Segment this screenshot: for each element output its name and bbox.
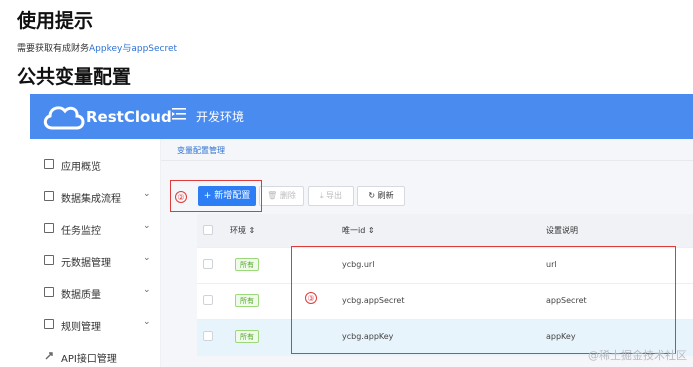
select-all-checkbox[interactable] [203, 225, 213, 235]
sidebar-item-data-quality[interactable]: 数据质量 ⌄ [30, 284, 160, 304]
env-tag: 所有 [235, 258, 259, 271]
menu-toggle-icon[interactable] [172, 107, 186, 121]
trash-icon: 🗑 [267, 191, 278, 200]
refresh-label: 刷新 [377, 191, 394, 200]
tip-prefix: 需要获取有成财务 [17, 44, 90, 54]
grid-icon [44, 191, 54, 201]
tip-text: 需要获取有成财务Appkey与appSecret [17, 41, 177, 54]
sidebar-item-label: 元数据管理 [61, 258, 111, 269]
metadata-icon [44, 255, 54, 265]
heading-usage-tips: 使用提示 [17, 10, 94, 32]
sidebar-item-label: API接口管理 [61, 354, 117, 365]
annotation-box-3 [291, 246, 676, 354]
brand-name: RestCloud [86, 108, 172, 126]
chevron-down-icon: ⌄ [143, 317, 151, 327]
column-header-env[interactable]: 环境 ⇕ [230, 225, 255, 236]
tip-link[interactable]: Appkey与appSecret [89, 44, 177, 54]
row-checkbox[interactable] [203, 295, 213, 305]
annotation-marker-2: ② [175, 191, 187, 203]
sidebar-item-label: 数据集成流程 [61, 194, 121, 205]
dashboard-icon [44, 159, 54, 169]
breadcrumb[interactable]: 变量配置管理 [177, 145, 225, 156]
breadcrumb-divider [161, 160, 693, 161]
table-header: 环境 ⇕ 唯一id ⇕ 设置说明 [197, 214, 693, 247]
chevron-down-icon: ⌄ [143, 189, 151, 199]
watermark: @稀土掘金技术社区 [588, 349, 687, 362]
delete-button[interactable]: 🗑 删除 [259, 186, 304, 206]
sidebar-item-api-management[interactable]: API接口管理 [30, 348, 160, 367]
sidebar: 应用概览 数据集成流程 ⌄ 任务监控 ⌄ 元数据管理 ⌄ 数据质量 ⌄ 规则管理… [30, 139, 161, 367]
chevron-down-icon: ⌄ [143, 221, 151, 231]
sidebar-item-app-overview[interactable]: 应用概览 [30, 156, 160, 176]
chevron-down-icon: ⌄ [143, 285, 151, 295]
sidebar-item-rule-management[interactable]: 规则管理 ⌄ [30, 316, 160, 336]
row-checkbox[interactable] [203, 259, 213, 269]
refresh-button[interactable]: ↻ 刷新 [357, 186, 405, 206]
column-header-description: 设置说明 [546, 226, 578, 235]
download-icon: ⤓ [319, 191, 324, 200]
sidebar-item-label: 任务监控 [61, 226, 101, 237]
quality-icon [44, 287, 54, 297]
row-checkbox[interactable] [203, 331, 213, 341]
rule-icon [44, 319, 54, 329]
column-header-id[interactable]: 唯一id ⇕ [342, 225, 375, 236]
sidebar-item-data-integration[interactable]: 数据集成流程 ⌄ [30, 188, 160, 208]
delete-label: 删除 [279, 191, 296, 200]
sidebar-item-task-monitor[interactable]: 任务监控 ⌄ [30, 220, 160, 240]
monitor-icon [44, 223, 54, 233]
env-tag: 所有 [235, 294, 259, 307]
annotation-marker-3: ③ [305, 292, 317, 304]
chevron-down-icon: ⌄ [143, 253, 151, 263]
environment-label[interactable]: 开发环境 [196, 108, 244, 125]
sidebar-item-label: 数据质量 [61, 290, 101, 301]
env-tag: 所有 [235, 330, 259, 343]
top-bar: RestCloud 开发环境 [30, 94, 693, 139]
heading-public-variables: 公共变量配置 [17, 66, 132, 88]
sidebar-item-metadata[interactable]: 元数据管理 ⌄ [30, 252, 160, 272]
sidebar-item-label: 规则管理 [61, 322, 101, 333]
sidebar-item-label: 应用概览 [61, 162, 101, 173]
export-label: 导出 [326, 191, 343, 200]
export-button[interactable]: ⤓ 导出 [308, 186, 354, 206]
cloud-logo-icon [43, 106, 85, 130]
refresh-icon: ↻ [368, 191, 376, 200]
link-icon [44, 351, 54, 361]
